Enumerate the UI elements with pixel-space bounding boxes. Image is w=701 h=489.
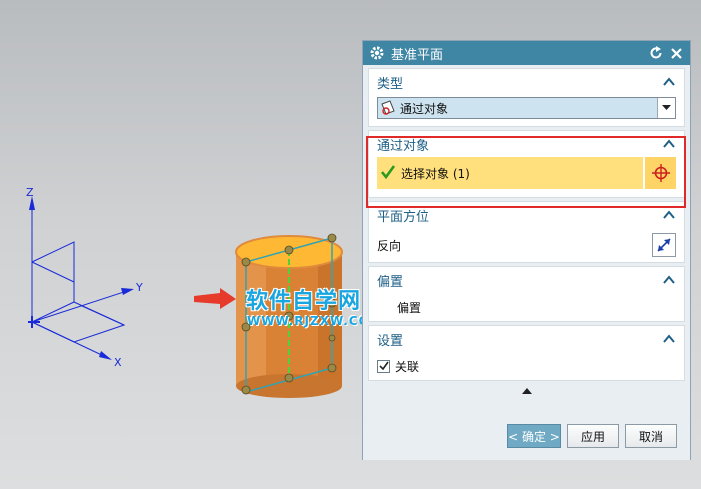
chevron-down-icon[interactable]	[657, 98, 675, 118]
offset-row[interactable]: 偏置	[369, 293, 684, 321]
section-offset-title: 偏置	[377, 274, 404, 290]
section-settings-header[interactable]: 设置	[369, 326, 684, 352]
offset-label: 偏置	[397, 300, 422, 315]
section-type: 类型 通过对象	[368, 68, 685, 127]
expand-more-toggle[interactable]	[368, 384, 685, 398]
apply-button[interactable]: 应用	[567, 424, 619, 448]
z-axis-label: Z	[26, 186, 34, 199]
triangle-up-icon	[521, 388, 532, 394]
watermark-title: 软件自学网	[246, 289, 362, 314]
flip-direction-icon[interactable]	[652, 233, 676, 257]
reverse-label: 反向	[377, 238, 402, 253]
chevron-up-icon[interactable]	[662, 273, 676, 287]
wcs-triad	[28, 196, 134, 360]
section-orientation-title: 平面方位	[377, 209, 430, 225]
dialog-footer: < 确定 > 应用 取消	[368, 416, 685, 456]
section-settings: 设置 关联	[368, 325, 685, 381]
ok-button[interactable]: < 确定 >	[507, 424, 561, 448]
associative-row: 关联	[369, 352, 684, 380]
cancel-button[interactable]: 取消	[625, 424, 677, 448]
chevron-up-icon[interactable]	[662, 75, 676, 89]
through-object-icon	[378, 99, 398, 117]
section-orientation: 平面方位 反向	[368, 201, 685, 263]
section-through-object: 通过对象 选择对象 (1)	[368, 130, 685, 198]
check-icon	[381, 165, 397, 181]
dialog-title: 基准平面	[391, 47, 444, 63]
close-icon[interactable]	[668, 45, 684, 61]
reverse-row: 反向	[369, 228, 684, 262]
gear-icon	[369, 45, 385, 61]
select-object-row[interactable]: 选择对象 (1)	[377, 157, 676, 189]
chevron-up-icon[interactable]	[662, 332, 676, 346]
section-type-header[interactable]: 类型	[369, 69, 684, 95]
pointer-arrow	[194, 288, 236, 309]
reset-icon[interactable]	[648, 45, 664, 61]
dialog-body: 类型 通过对象 通过对象 选择对象 (1) 平面方位 反向 偏置 偏置 设置 关…	[363, 65, 690, 460]
select-object-label: 选择对象 (1)	[401, 166, 470, 181]
section-settings-title: 设置	[377, 333, 404, 349]
chevron-up-icon[interactable]	[662, 208, 676, 222]
crosshair-icon[interactable]	[643, 157, 676, 189]
section-through-object-title: 通过对象	[377, 138, 430, 154]
associative-label: 关联	[395, 359, 420, 374]
x-axis-label: X	[114, 356, 122, 369]
chevron-up-icon[interactable]	[662, 137, 676, 151]
type-dropdown-value: 通过对象	[400, 101, 449, 116]
section-orientation-header[interactable]: 平面方位	[369, 202, 684, 228]
y-axis-label: Y	[136, 281, 143, 294]
section-through-object-header[interactable]: 通过对象	[369, 131, 684, 157]
section-offset: 偏置 偏置	[368, 266, 685, 322]
dialog-titlebar[interactable]: 基准平面	[363, 41, 690, 65]
section-offset-header[interactable]: 偏置	[369, 267, 684, 293]
datum-plane-dialog: 基准平面 类型 通过对象 通过对象 选择对象 (1) 平面方位 反向 偏置 偏置…	[362, 40, 691, 460]
section-type-title: 类型	[377, 76, 404, 92]
type-dropdown[interactable]: 通过对象	[377, 97, 676, 119]
associative-checkbox[interactable]	[377, 359, 390, 373]
select-object-field[interactable]: 选择对象 (1)	[377, 157, 643, 189]
